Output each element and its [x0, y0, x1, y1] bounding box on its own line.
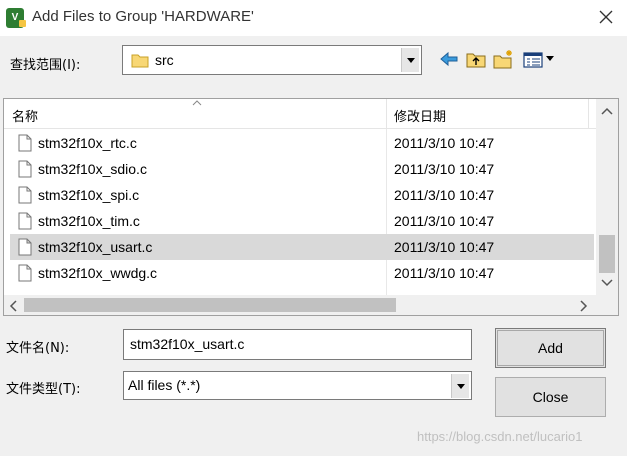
file-name: stm32f10x_wwdg.c — [38, 265, 158, 281]
file-name: stm32f10x_rtc.c — [38, 135, 137, 151]
up-folder-icon[interactable] — [465, 48, 487, 70]
column-header-date[interactable]: 修改日期 — [394, 106, 446, 125]
file-date: 2011/3/10 10:47 — [394, 265, 495, 281]
file-name: stm32f10x_usart.c — [38, 239, 153, 255]
look-in-value: src — [155, 52, 174, 68]
view-menu-icon[interactable] — [522, 48, 560, 70]
list-item[interactable]: stm32f10x_tim.c 2011/3/10 10:47 — [10, 208, 594, 234]
file-date: 2011/3/10 10:47 — [394, 213, 495, 229]
file-icon — [18, 186, 32, 204]
list-header: 名称 修改日期 — [4, 99, 596, 129]
horizontal-scrollbar[interactable] — [4, 295, 596, 315]
file-type-label: 文件类型(T): — [6, 382, 81, 397]
list-item[interactable]: stm32f10x_rtc.c 2011/3/10 10:47 — [10, 130, 594, 156]
scroll-down-icon[interactable] — [601, 279, 613, 287]
file-name: stm32f10x_tim.c — [38, 213, 140, 229]
file-date: 2011/3/10 10:47 — [394, 161, 495, 177]
list-item[interactable]: stm32f10x_wwdg.c 2011/3/10 10:47 — [10, 260, 594, 286]
file-name-input[interactable]: stm32f10x_usart.c — [123, 329, 472, 360]
column-header-name[interactable]: 名称 — [12, 106, 38, 125]
file-name-label: 文件名(N): — [6, 341, 70, 356]
file-icon — [18, 264, 32, 282]
file-name: stm32f10x_spi.c — [38, 187, 140, 203]
file-icon — [18, 238, 32, 256]
scroll-right-icon[interactable] — [580, 300, 588, 312]
file-date: 2011/3/10 10:47 — [394, 135, 495, 151]
file-type-select[interactable]: All files (*.*) — [123, 371, 472, 400]
new-folder-icon[interactable] — [492, 48, 514, 70]
list-item[interactable]: stm32f10x_spi.c 2011/3/10 10:47 — [10, 182, 594, 208]
sort-ascending-icon — [192, 100, 202, 106]
watermark: https://blog.csdn.net/lucario1 — [417, 429, 583, 444]
file-date: 2011/3/10 10:47 — [394, 187, 495, 203]
file-list[interactable]: 名称 修改日期 stm32f10x_rtc.c 2011/3/10 10:47 … — [3, 98, 619, 316]
look-in-combo[interactable]: src — [122, 45, 422, 75]
app-icon: V — [6, 8, 26, 28]
close-icon[interactable] — [595, 6, 617, 28]
horizontal-scroll-thumb[interactable] — [24, 298, 396, 312]
window-title: Add Files to Group 'HARDWARE' — [32, 8, 254, 25]
list-item-selected[interactable]: stm32f10x_usart.c 2011/3/10 10:47 — [10, 234, 594, 260]
title-bar: V Add Files to Group 'HARDWARE' — [0, 0, 627, 36]
vertical-scrollbar[interactable] — [596, 99, 618, 295]
file-name: stm32f10x_sdio.c — [38, 161, 147, 177]
file-date: 2011/3/10 10:47 — [394, 239, 495, 255]
file-icon — [18, 160, 32, 178]
back-arrow-icon[interactable] — [438, 48, 460, 70]
chevron-down-icon[interactable] — [401, 48, 419, 72]
file-type-value: All files (*.*) — [128, 377, 201, 393]
list-item[interactable]: stm32f10x_sdio.c 2011/3/10 10:47 — [10, 156, 594, 182]
add-button[interactable]: Add — [495, 328, 606, 368]
scroll-up-icon[interactable] — [601, 107, 613, 115]
scroll-left-icon[interactable] — [9, 300, 17, 312]
folder-icon — [131, 54, 149, 68]
look-in-label: 查找范围(I): — [10, 58, 81, 73]
file-icon — [18, 212, 32, 230]
file-icon — [18, 134, 32, 152]
close-button[interactable]: Close — [495, 377, 606, 417]
chevron-down-icon[interactable] — [451, 374, 469, 398]
vertical-scroll-thumb[interactable] — [599, 235, 615, 273]
